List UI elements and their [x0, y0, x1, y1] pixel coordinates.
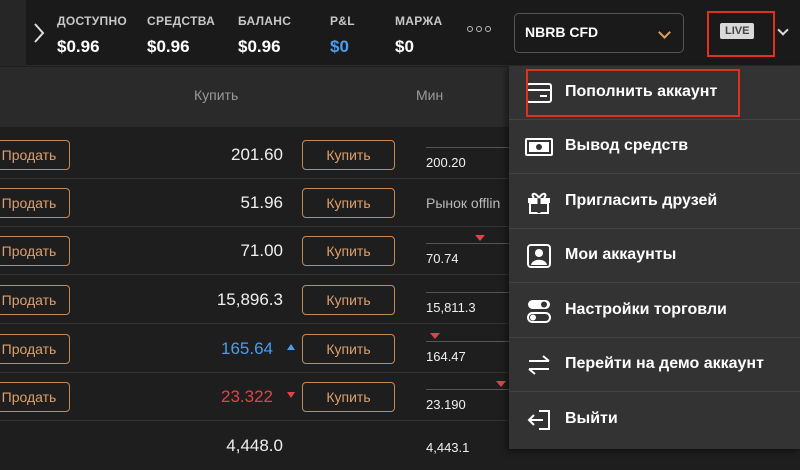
min-value: 200.20	[426, 155, 466, 170]
column-header-min: Мин	[416, 87, 444, 103]
menu-item-invite[interactable]: Пригласить друзей	[509, 175, 800, 229]
price: 51.96	[240, 193, 283, 212]
sell-button[interactable]: Продать	[0, 188, 70, 218]
stat-pnl: P&L $0	[330, 14, 355, 56]
gift-icon	[528, 192, 550, 214]
price: 201.60	[231, 145, 283, 164]
buy-button[interactable]: Купить	[302, 140, 395, 170]
min-value: 4,443.1	[426, 440, 470, 455]
stat-balance: БАЛАНС $0.96	[238, 14, 292, 56]
account-topbar: ДОСТУПНО $0.96 СРЕДСТВА $0.96 БАЛАНС $0.…	[0, 0, 800, 66]
sell-button[interactable]: Продать	[0, 140, 70, 170]
buy-button[interactable]: Купить	[302, 236, 395, 266]
stat-available: ДОСТУПНО $0.96	[57, 14, 128, 56]
toggles-icon	[527, 300, 551, 323]
cash-icon	[525, 138, 553, 156]
menu-item-label: Выйти	[565, 410, 618, 427]
market-offline-text: Рынок offlin	[426, 195, 501, 211]
buy-button[interactable]: Купить	[302, 188, 395, 218]
swap-icon	[528, 355, 550, 375]
menu-item-label: Настройки торговли	[565, 301, 727, 318]
instrument-select-value: NBRB CFD	[525, 24, 599, 40]
instrument-select[interactable]: NBRB CFD	[514, 13, 684, 53]
left-panel-edge	[0, 0, 26, 66]
price: 71.00	[240, 241, 283, 260]
stat-funds: СРЕДСТВА $0.96	[147, 14, 216, 56]
highlight-frame	[526, 69, 740, 117]
chevron-right-icon[interactable]	[30, 20, 50, 46]
range-line	[426, 292, 510, 293]
menu-item-label: Вывод средств	[565, 137, 689, 154]
sell-button[interactable]: Продать	[0, 334, 70, 364]
buy-button[interactable]: Купить	[302, 285, 395, 315]
sell-button[interactable]: Продать	[0, 236, 70, 266]
menu-item-trading-settings[interactable]: Настройки торговли	[509, 284, 800, 338]
price: 15,896.3	[216, 290, 283, 309]
stat-margin: МАРЖА $0	[395, 14, 443, 56]
account-menu: Пополнить аккаунт Вывод средств Пригласи…	[509, 66, 800, 449]
menu-item-label: Перейти на демо аккаунт	[565, 355, 764, 372]
menu-item-my-accounts[interactable]: Мои аккаунты	[509, 229, 800, 283]
price-down-icon	[287, 392, 295, 398]
buy-button[interactable]: Купить	[302, 334, 395, 364]
range-marker-icon	[475, 235, 485, 241]
menu-item-switch-demo[interactable]: Перейти на демо аккаунт	[509, 338, 800, 392]
buy-button[interactable]: Купить	[302, 382, 395, 412]
price: 165.64	[221, 339, 273, 358]
more-options-icon[interactable]	[467, 26, 491, 32]
price: 4,448.0	[226, 436, 283, 455]
live-badge: LIVE	[720, 23, 755, 39]
chevron-down-icon	[658, 26, 671, 39]
logout-icon	[527, 410, 550, 430]
account-dropdown-chevron-icon[interactable]	[777, 24, 789, 36]
sell-button[interactable]: Продать	[0, 285, 70, 315]
price-up-icon	[287, 344, 295, 350]
menu-item-withdraw[interactable]: Вывод средств	[509, 120, 800, 174]
min-value: 23.190	[426, 397, 466, 412]
user-icon	[527, 244, 551, 268]
range-line	[426, 147, 510, 148]
menu-item-logout[interactable]: Выйти	[509, 393, 800, 447]
menu-item-label: Пригласить друзей	[565, 192, 718, 209]
range-marker-icon	[430, 333, 440, 339]
sell-button[interactable]: Продать	[0, 382, 70, 412]
range-line	[426, 341, 510, 342]
range-line	[426, 389, 510, 390]
min-value: 15,811.3	[426, 300, 476, 315]
column-header-buy: Купить	[194, 87, 239, 103]
account-mode-toggle[interactable]: LIVE	[707, 11, 775, 57]
range-line	[426, 243, 510, 244]
price: 23.322	[221, 387, 273, 406]
min-value: 70.74	[426, 251, 459, 266]
menu-item-label: Мои аккаунты	[565, 246, 677, 263]
min-value: 164.47	[426, 349, 466, 364]
range-marker-icon	[496, 381, 506, 387]
